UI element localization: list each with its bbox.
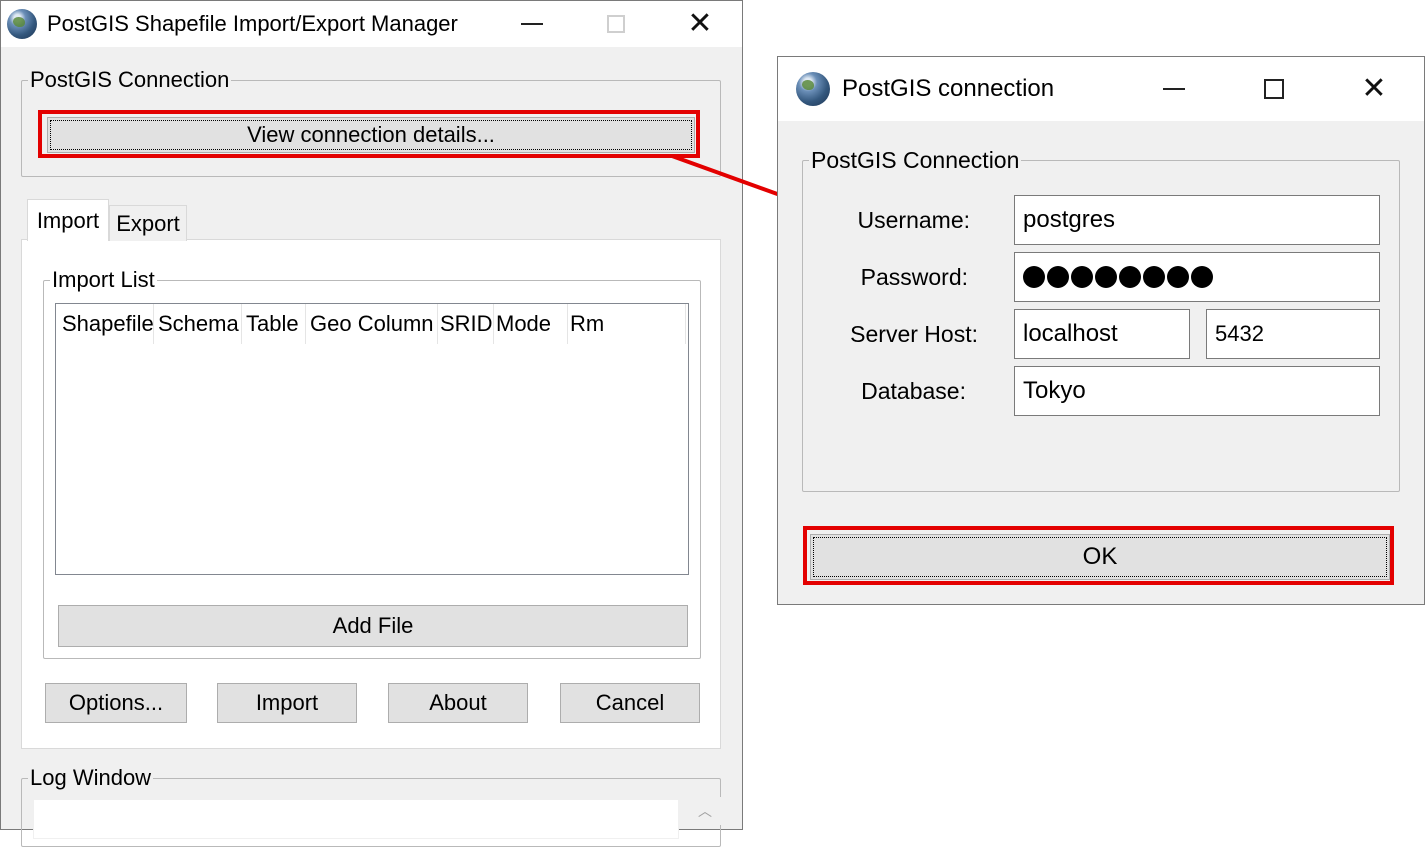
log-window-legend: Log Window — [30, 765, 152, 790]
cancel-button[interactable]: Cancel — [560, 683, 700, 723]
server-port-field[interactable]: 5432 — [1206, 309, 1380, 359]
dialog-minimize-button[interactable] — [1124, 57, 1224, 121]
password-field[interactable] — [1014, 252, 1380, 302]
maximize-icon — [607, 15, 625, 33]
connection-dialog: PostGIS connection ✕ PostGIS Connection … — [777, 56, 1425, 605]
column-header-mode[interactable]: Mode — [492, 304, 568, 344]
password-mask-dot — [1143, 266, 1165, 288]
main-window: PostGIS Shapefile Import/Export Manager … — [0, 0, 743, 847]
column-header-schema[interactable]: Schema — [154, 304, 242, 344]
column-header-rm[interactable]: Rm — [566, 304, 686, 344]
main-titlebar[interactable]: PostGIS Shapefile Import/Export Manager … — [1, 1, 742, 47]
options-button[interactable]: Options... — [45, 683, 187, 723]
password-mask-dot — [1095, 266, 1117, 288]
password-mask-dot — [1071, 266, 1093, 288]
ok-button[interactable]: OK — [810, 534, 1390, 580]
close-icon: ✕ — [1361, 71, 1387, 106]
column-header-table[interactable]: Table — [242, 304, 306, 344]
minimize-icon — [521, 23, 543, 25]
add-file-button[interactable]: Add File — [58, 605, 688, 647]
about-button[interactable]: About — [388, 683, 528, 723]
main-window-title: PostGIS Shapefile Import/Export Manager — [47, 11, 458, 36]
tab-import[interactable]: Import — [27, 199, 109, 241]
dialog-maximize-button[interactable] — [1224, 57, 1324, 121]
close-icon: ✕ — [687, 6, 713, 41]
log-window-text[interactable] — [33, 799, 679, 839]
import-list-legend: Import List — [52, 267, 155, 292]
maximize-button — [574, 1, 658, 47]
import-list-view[interactable]: Shapefile Schema Table Geo Column SRID M… — [55, 303, 689, 575]
username-label: Username: — [857, 207, 970, 233]
view-connection-details-button[interactable]: View connection details... — [47, 117, 695, 153]
log-scroll-up-button[interactable]: ︿ — [689, 797, 721, 825]
dialog-connection-legend: PostGIS Connection — [811, 147, 1020, 173]
password-mask-dot — [1191, 266, 1213, 288]
column-header-shapefile[interactable]: Shapefile — [58, 304, 154, 344]
postgis-connection-legend: PostGIS Connection — [30, 67, 230, 92]
server-host-field[interactable]: localhost — [1014, 309, 1190, 359]
postgis-globe-icon — [7, 9, 37, 39]
column-header-geo-column[interactable]: Geo Column — [306, 304, 438, 344]
password-mask-dot — [1023, 266, 1045, 288]
password-mask-dot — [1167, 266, 1189, 288]
dialog-title: PostGIS connection — [842, 75, 1055, 102]
column-header-srid[interactable]: SRID — [436, 304, 494, 344]
password-mask-dot — [1119, 266, 1141, 288]
maximize-icon — [1264, 79, 1284, 99]
minimize-icon — [1163, 88, 1185, 90]
scroll-up-arrow-icon: ︿ — [698, 803, 712, 819]
tab-export[interactable]: Export — [109, 205, 187, 241]
dialog-close-button[interactable]: ✕ — [1324, 57, 1424, 121]
database-label: Database: — [861, 378, 966, 404]
username-field[interactable]: postgres — [1014, 195, 1380, 245]
server-host-label: Server Host: — [850, 321, 978, 347]
import-button[interactable]: Import — [217, 683, 357, 723]
dialog-titlebar[interactable]: PostGIS connection ✕ — [778, 57, 1424, 121]
password-mask-dot — [1047, 266, 1069, 288]
database-field[interactable]: Tokyo — [1014, 366, 1380, 416]
password-mask — [1023, 266, 1213, 288]
password-label: Password: — [860, 264, 968, 290]
postgis-globe-icon — [796, 72, 830, 106]
close-button[interactable]: ✕ — [658, 1, 742, 47]
minimize-button[interactable] — [490, 1, 574, 47]
